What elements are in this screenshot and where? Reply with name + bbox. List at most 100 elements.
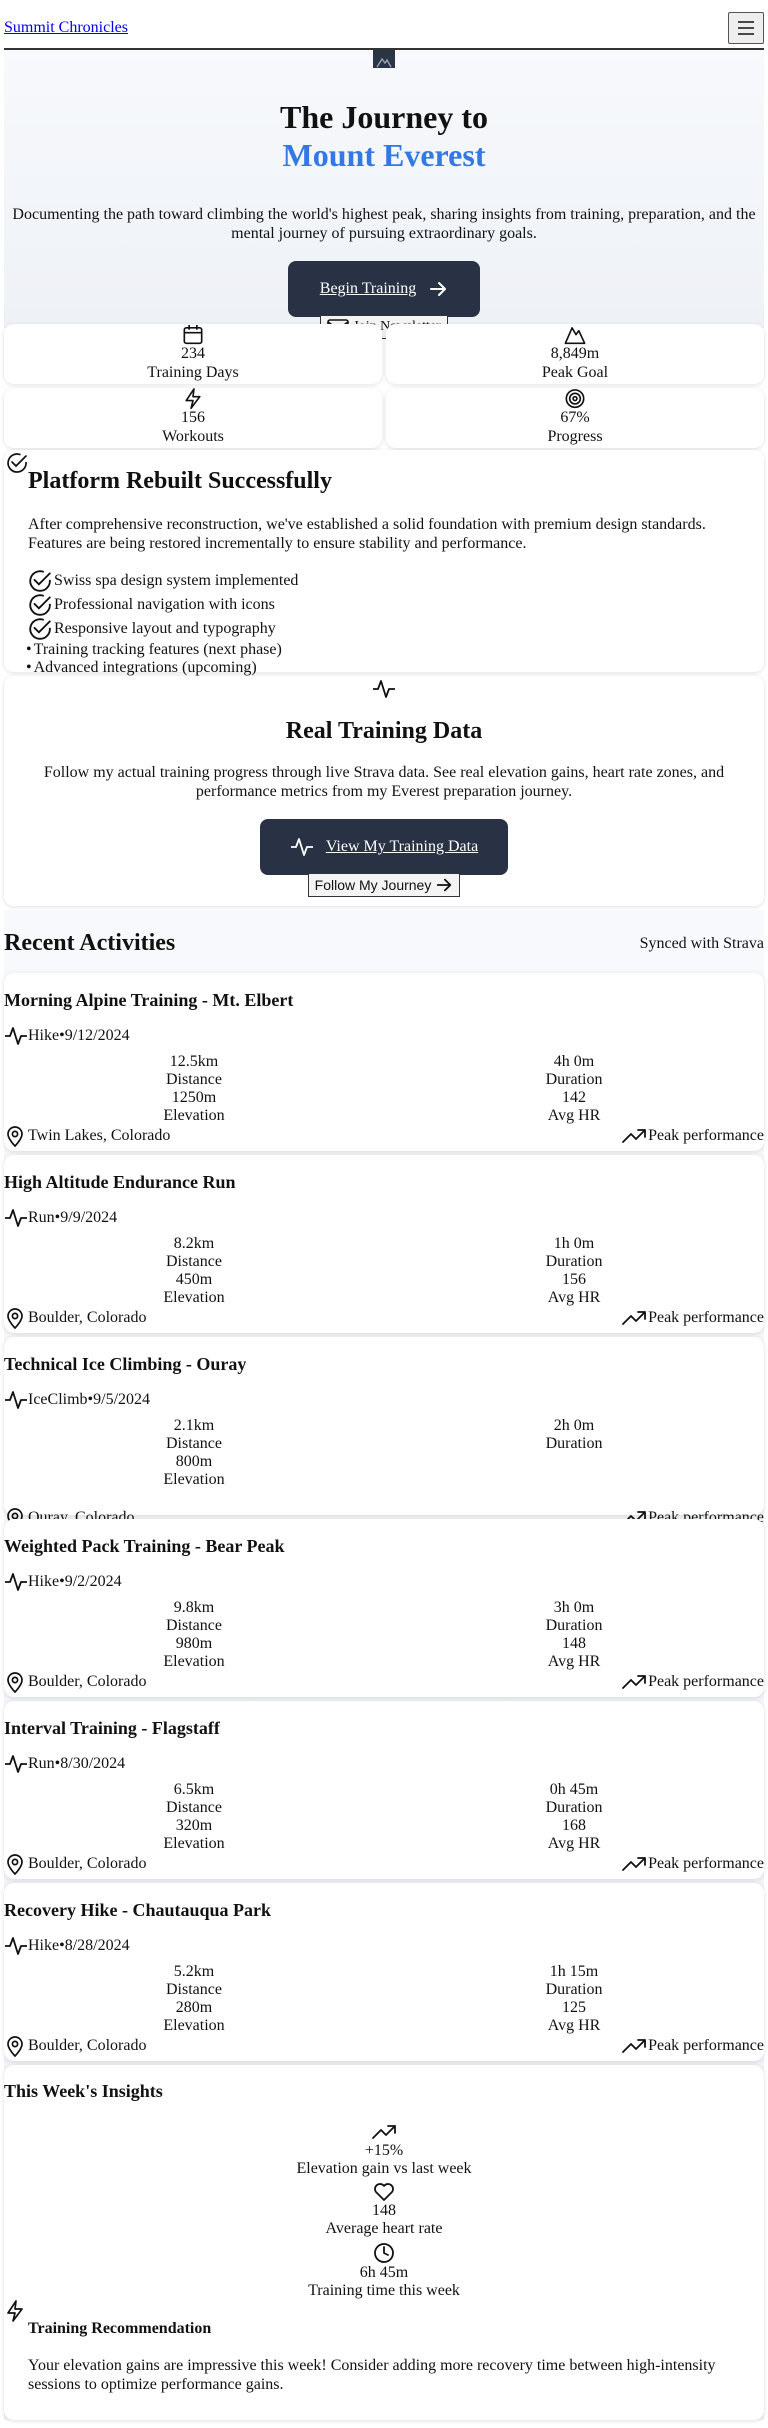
stat-avg-hr: 142 Avg HR <box>384 1089 764 1125</box>
activity-meta: IceClimb • 9/5/2024 <box>4 1389 764 1411</box>
recent-activities-title: Recent Activities <box>4 930 176 956</box>
recommendation-text: Your elevation gains are impressive this… <box>28 2357 716 2394</box>
badge-label: Peak performance <box>648 1127 764 1144</box>
lightning-icon <box>185 388 201 410</box>
activity-footer: Boulder, Colorado Peak performance <box>4 2035 764 2057</box>
stat-label: Avg HR <box>547 1289 601 1306</box>
list-item: • Advanced integrations (upcoming) <box>26 659 764 677</box>
activity-footer: Twin Lakes, Colorado Peak performance <box>4 1125 764 1147</box>
begin-training-button[interactable]: Begin Training <box>288 261 480 318</box>
stat-distance: 6.5km Distance <box>4 1781 384 1817</box>
activity-stats: 2.1km Distance 2h 0m Duration 800m Elevation <box>4 1417 764 1489</box>
stat-label: Duration <box>545 1799 603 1816</box>
target-icon <box>565 389 585 409</box>
stat-label: Distance <box>166 1253 222 1270</box>
stat-label: Duration <box>545 1253 603 1270</box>
stat-label: Elevation <box>163 1471 225 1488</box>
heart-icon <box>374 2183 394 2201</box>
list-item: Swiss spa design system implemented <box>28 569 764 593</box>
insight-value: 6h 45m <box>359 2264 409 2281</box>
stat-label: Distance <box>166 1981 222 1998</box>
stat-value: 8.2km <box>173 1235 215 1252</box>
trending-up-icon <box>622 1311 646 1325</box>
recommendation-title: Training Recommendation <box>28 2320 212 2337</box>
stat-label: Avg HR <box>547 1653 601 1670</box>
brand-link[interactable]: Summit Chronicles <box>4 19 128 37</box>
activity-meta: Run • 8/30/2024 <box>4 1753 764 1775</box>
activity-card[interactable]: Interval Training - Flagstaff Run • 8/30/20… <box>4 1701 764 1879</box>
view-training-data-button[interactable]: View My Training Data <box>260 819 508 876</box>
stat-workouts: 156 Workouts <box>4 388 382 448</box>
insight-item: +15% Elevation gain vs last week <box>4 2122 764 2178</box>
stat-distance: 2.1km Distance <box>4 1417 384 1453</box>
stat-value: 0h 45m <box>549 1781 599 1798</box>
activity-icon <box>5 1755 27 1773</box>
stat-label: Duration <box>545 1617 603 1634</box>
activity-card[interactable]: Morning Alpine Training - Mt. Elbert Hike… <box>4 973 764 1151</box>
rebuilt-title: Platform Rebuilt Successfully <box>28 468 332 494</box>
stat-duration: 0h 45m Duration <box>384 1781 764 1817</box>
logo-icon <box>373 50 395 68</box>
activity-title: High Altitude Endurance Run <box>4 1172 236 1192</box>
activity-icon <box>5 1391 27 1409</box>
stat-label: Workouts <box>162 427 224 445</box>
stat-value: 800m <box>175 1453 213 1470</box>
peak-performance-badge: Peak performance <box>622 1854 764 1874</box>
activity-icon <box>290 838 313 857</box>
activity-type: Run <box>28 1755 55 1772</box>
badge-label: Peak performance <box>648 2037 764 2054</box>
stat-value: 320m <box>175 1817 213 1834</box>
stat-value: 168 <box>562 1817 586 1834</box>
stat-label: Distance <box>166 1071 222 1088</box>
stat-avg-hr: 156 Avg HR <box>384 1271 764 1307</box>
location-label: Boulder, Colorado <box>28 1673 147 1690</box>
peak-performance-badge: Peak performance <box>622 1126 764 1146</box>
stat-elevation: 450m Elevation <box>4 1271 384 1307</box>
insight-label: Elevation gain vs last week <box>296 2160 472 2177</box>
activity-date: 8/28/2024 <box>64 1937 130 1954</box>
view-training-data-label: View My Training Data <box>325 838 479 856</box>
stat-distance: 9.8km Distance <box>4 1599 384 1635</box>
activity-footer: Boulder, Colorado Peak performance <box>4 1671 764 1693</box>
activity-card[interactable]: Technical Ice Climbing - Ouray IceClimb • 9… <box>4 1337 764 1529</box>
stat-label: Distance <box>166 1799 222 1816</box>
activity-location: Boulder, Colorado <box>4 2035 146 2057</box>
stat-label: Elevation <box>163 1289 225 1306</box>
activity-type: Hike <box>28 1937 60 1954</box>
stat-label: Elevation <box>163 1107 225 1124</box>
map-pin-icon <box>7 1308 23 1329</box>
insight-value: 148 <box>372 2202 396 2219</box>
calendar-icon <box>183 324 203 345</box>
clock-icon <box>374 2243 394 2263</box>
activity-title: Recovery Hike - Chautauqua Park <box>4 1900 271 1920</box>
stat-value: 450m <box>175 1271 213 1288</box>
stat-value: 4h 0m <box>553 1053 595 1070</box>
check-circle-icon <box>29 570 51 593</box>
activity-card[interactable]: Weighted Pack Training - Bear Peak Hike • 9… <box>4 1519 764 1697</box>
arrow-right-icon <box>437 879 452 892</box>
location-label: Boulder, Colorado <box>28 2037 147 2054</box>
insight-label: Average heart rate <box>325 2220 443 2237</box>
badge-label: Peak performance <box>648 1673 764 1690</box>
stat-duration: 2h 0m Duration <box>384 1417 764 1453</box>
training-title: Real Training Data <box>285 718 483 744</box>
activity-footer: Boulder, Colorado Peak performance <box>4 1853 764 1875</box>
trending-up-icon <box>622 1675 646 1689</box>
stat-value: 980m <box>175 1635 213 1652</box>
activity-card[interactable]: High Altitude Endurance Run Run • 9/9/2024 8… <box>4 1155 764 1333</box>
follow-journey-button[interactable]: Follow My Journey <box>307 873 461 898</box>
stat-distance: 8.2km Distance <box>4 1235 384 1271</box>
activity-location: Boulder, Colorado <box>4 1853 146 1875</box>
menu-icon <box>738 21 754 35</box>
stat-value: 1h 0m <box>553 1235 595 1252</box>
stat-duration: 1h 15m Duration <box>384 1963 764 1999</box>
stat-value: 1250m <box>171 1089 217 1106</box>
activity-card[interactable]: Recovery Hike - Chautauqua Park Hike • 8/28… <box>4 1883 764 2061</box>
check-circle-icon <box>7 453 27 473</box>
activity-icon <box>5 1937 27 1955</box>
menu-button[interactable] <box>728 12 764 44</box>
stat-value: 234 <box>181 345 205 363</box>
peak-performance-badge: Peak performance <box>622 2036 764 2056</box>
activity-meta: Hike • 8/28/2024 <box>4 1935 764 1957</box>
hero-title-line1: The Journey to <box>280 99 488 135</box>
